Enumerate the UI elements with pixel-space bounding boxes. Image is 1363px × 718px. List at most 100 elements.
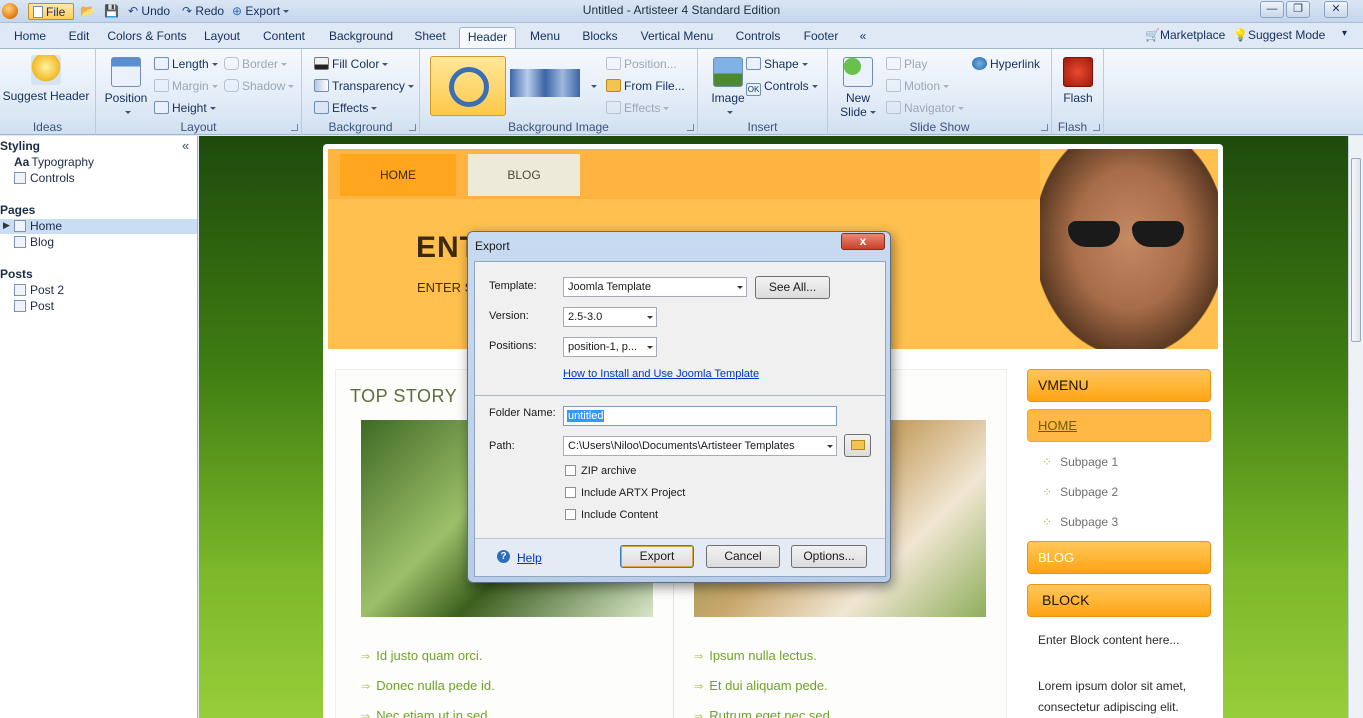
tab-controls[interactable]: Controls [730,27,786,48]
post-title[interactable]: TOP STORY [350,386,457,407]
flash-button[interactable]: Flash [1056,57,1100,105]
margin-button: Margin [154,79,218,93]
menu-item-home[interactable]: HOME [340,154,456,196]
controls-button[interactable]: OK Controls [746,79,818,96]
transparency-button[interactable]: Transparency [314,79,414,93]
gallery-more-icon[interactable] [588,79,597,93]
chevron-down-icon[interactable]: ▾ [1342,28,1347,39]
position-icon [111,57,141,87]
typography-item[interactable]: Aa Typography [14,155,94,169]
dialog-launcher-icon[interactable] [1093,124,1100,131]
path-select[interactable]: C:\Users\Niloo\Documents\Artisteer Templ… [563,436,837,456]
close-icon: x [859,234,867,248]
dialog-launcher-icon[interactable] [1041,124,1048,131]
menu-item-blog[interactable]: BLOG [468,154,580,196]
from-file-button[interactable]: From File... [606,79,685,93]
fill-color-button[interactable]: Fill Color [314,57,389,71]
close-window-button[interactable]: ✕ [1324,1,1348,18]
checkbox-box [565,509,576,520]
border-icon [224,57,239,70]
image-thumbnail[interactable] [510,69,580,97]
tab-background[interactable]: Background [322,27,400,48]
new-slide-button[interactable]: New Slide [836,57,880,119]
zip-archive-checkbox[interactable]: ZIP archive [565,465,636,477]
tab-header[interactable]: Header [459,27,516,48]
page-item-home[interactable]: Home [14,219,62,233]
ok-button-icon: OK [746,83,761,96]
post-icon [14,300,26,312]
vmenu-subpage[interactable]: Subpage 3 [1042,515,1118,529]
close-dialog-button[interactable]: x [841,233,885,250]
dialog-body: Template: Joomla Template See All... Ver… [474,261,886,577]
browse-folder-button[interactable] [844,434,871,457]
folder-name-input[interactable]: untitled [563,406,837,426]
vmenu-header[interactable]: VMENU [1027,369,1211,402]
tab-menu[interactable]: Menu [524,27,566,48]
collapse-panel-button[interactable]: « [182,138,189,153]
list-item: Rutrum eget nec sed. [694,708,833,718]
block-header[interactable]: BLOCK [1027,584,1211,617]
tab-footer[interactable]: Footer [796,27,846,48]
include-artx-checkbox[interactable]: Include ARTX Project [565,487,685,499]
tab-sheet[interactable]: Sheet [410,27,450,48]
tab-vertical-menu[interactable]: Vertical Menu [634,27,720,48]
export-dialog-button[interactable]: Export [620,545,694,568]
image-button[interactable]: Image [704,57,752,119]
page-item-blog[interactable]: Blog [14,235,54,249]
tab-home[interactable]: Home [8,27,52,48]
suggest-mode-button[interactable]: 💡Suggest Mode [1233,28,1325,42]
group-slideshow: New Slide Play Motion Navigator Hyperlink… [828,49,1052,135]
see-all-button[interactable]: See All... [755,276,830,299]
no-image-icon [449,67,489,107]
lightbulb-icon: 💡 [1233,28,1248,42]
post-item-post[interactable]: Post [14,299,54,313]
group-title: Background Image [508,120,609,134]
scrollbar-thumb[interactable] [1351,158,1361,342]
shape-button[interactable]: Shape [746,57,808,71]
minimize-button[interactable]: — [1260,1,1284,18]
dialog-launcher-icon[interactable] [291,124,298,131]
controls-item[interactable]: Controls [14,171,75,185]
marketplace-button[interactable]: 🛒Marketplace [1145,28,1225,42]
tab-blocks[interactable]: Blocks [576,27,624,48]
tab-content[interactable]: Content [256,27,312,48]
position-button[interactable]: Position [102,57,150,119]
dialog-launcher-icon[interactable] [687,124,694,131]
no-image-thumbnail[interactable] [430,56,506,116]
vmenu-subpage[interactable]: Subpage 1 [1042,455,1118,469]
group-title: Layout [180,120,217,134]
tab-colors-fonts[interactable]: Colors & Fonts [104,27,190,48]
vmenu-item-home[interactable]: HOME [1027,409,1211,442]
vmenu-item-blog[interactable]: BLOG [1027,541,1211,574]
template-select[interactable]: Joomla Template [563,277,747,297]
restore-button[interactable]: ❐ [1286,1,1310,18]
effects-icon [314,101,329,114]
height-button[interactable]: Height [154,101,216,115]
install-help-link[interactable]: How to Install and Use Joomla Template [563,368,759,380]
vmenu-subpage[interactable]: Subpage 2 [1042,485,1118,499]
hyperlink-button[interactable]: Hyperlink [972,57,1040,71]
length-button[interactable]: Length [154,57,218,71]
vertical-scrollbar[interactable] [1348,136,1363,718]
template-label: Template: [489,280,537,292]
options-button[interactable]: Options... [791,545,867,568]
site-slogan[interactable]: ENTER S [417,280,473,295]
group-title: Ideas [32,120,63,134]
tab-edit[interactable]: Edit [62,27,96,48]
expand-arrow-icon[interactable]: ▶ [3,220,10,231]
effects-button[interactable]: Effects [314,101,378,115]
group-title: Slide Show [909,120,970,134]
suggest-header-button[interactable]: Suggest Header [2,55,90,103]
group-flash: Flash Flash [1052,49,1104,135]
include-content-checkbox[interactable]: Include Content [565,509,658,521]
positions-select[interactable]: position-1, p... [563,337,657,357]
sunglasses-shape [1068,221,1188,247]
collapse-tabs-button[interactable]: « [854,27,872,48]
dialog-launcher-icon[interactable] [409,124,416,131]
version-select[interactable]: 2.5-3.0 [563,307,657,327]
cancel-button[interactable]: Cancel [706,545,780,568]
tab-layout[interactable]: Layout [198,27,246,48]
post-item-post2[interactable]: Post 2 [14,283,64,297]
navigator-icon [886,101,901,114]
help-link[interactable]: Help [517,551,542,565]
